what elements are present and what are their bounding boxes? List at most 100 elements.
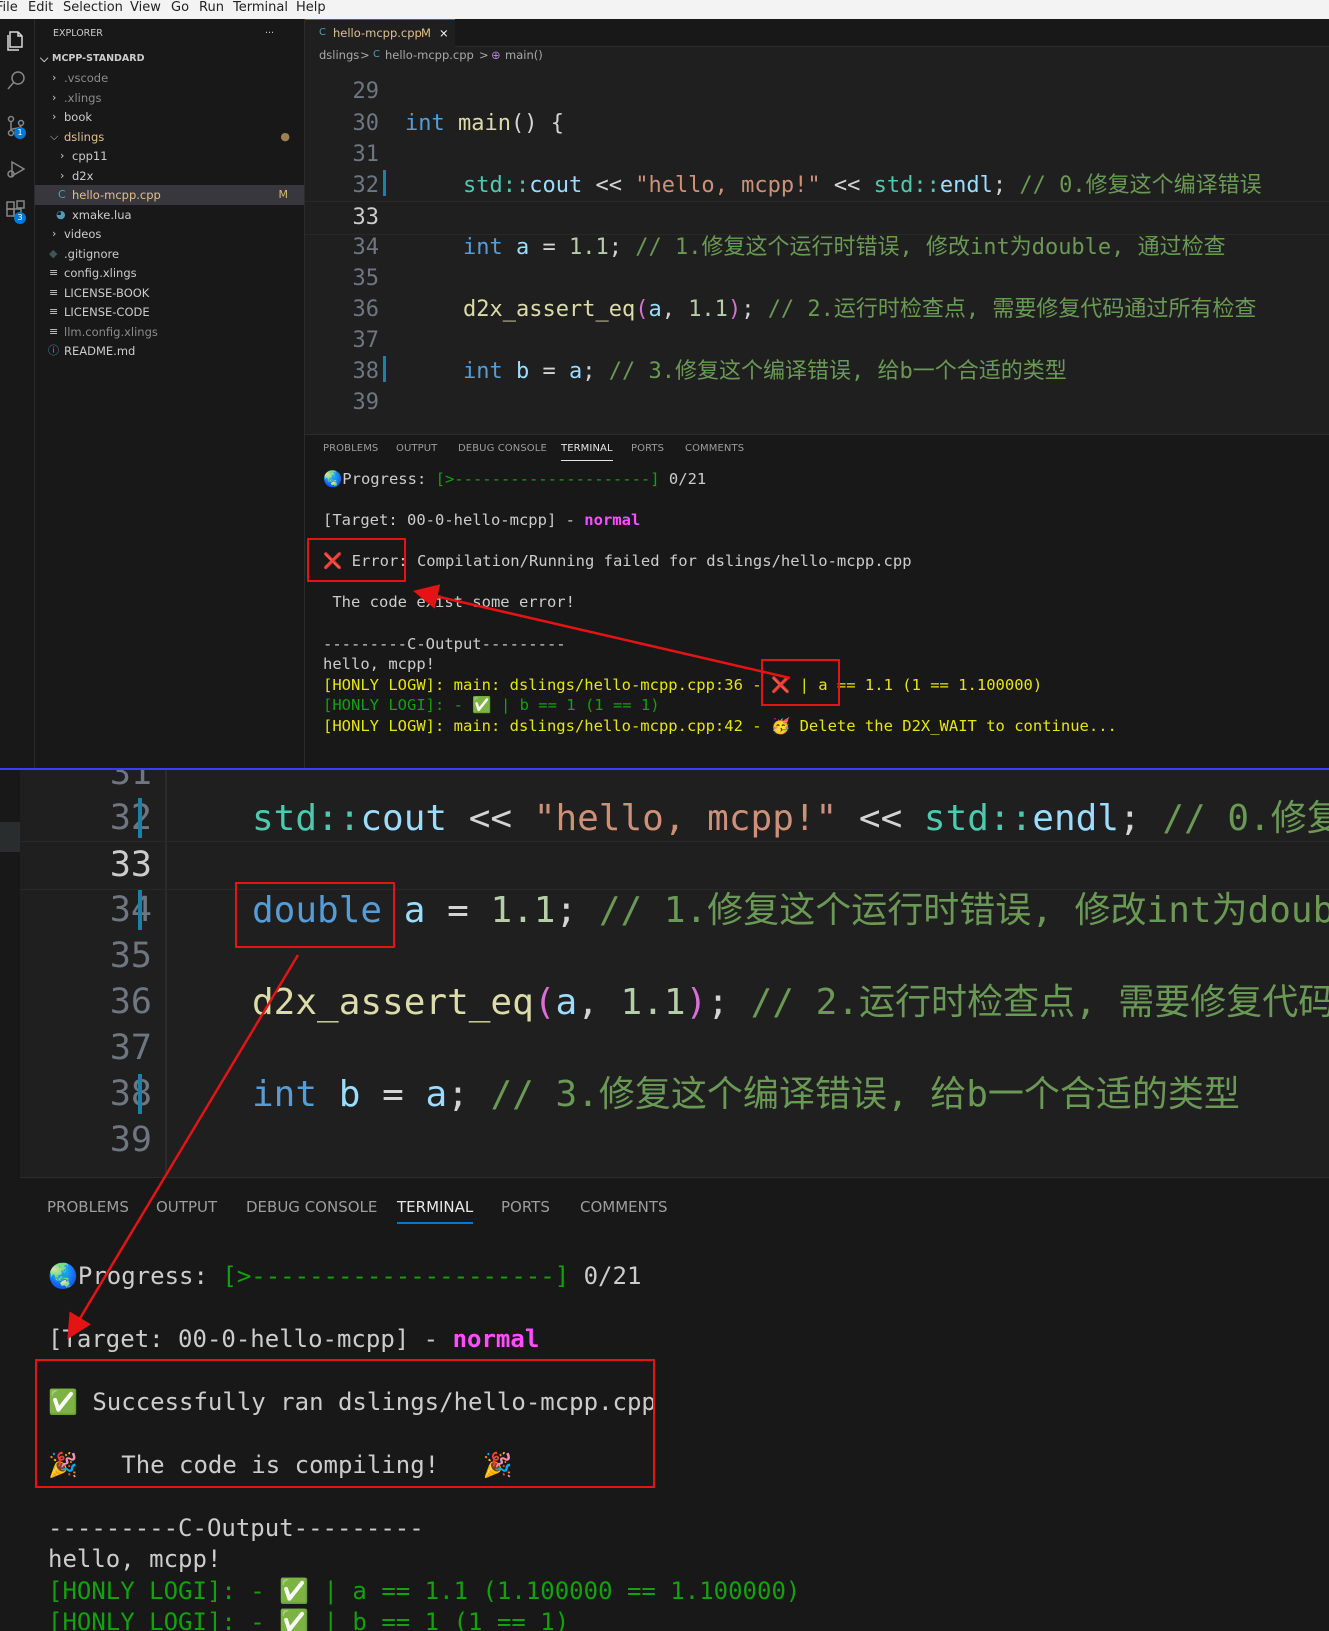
tree-item-vscode[interactable]: › .vscode: [35, 68, 304, 88]
tab-debug-console[interactable]: DEBUG CONSOLE: [458, 443, 547, 454]
menu-edit[interactable]: Edit: [28, 0, 53, 16]
lua-file-icon: ◕: [56, 208, 66, 221]
annotation-double-box: [235, 882, 395, 948]
text-file-icon: ≡: [49, 305, 59, 318]
tab-terminal[interactable]: TERMINAL: [397, 1198, 474, 1224]
cpp-file-icon: C: [319, 27, 326, 38]
tree-item-book[interactable]: › book: [35, 107, 304, 127]
cpp-file-icon: C: [58, 188, 66, 201]
breadcrumb-main[interactable]: main(): [505, 46, 543, 64]
git-file-icon: ◆: [49, 247, 58, 260]
chevron-right-icon: ›: [60, 149, 65, 162]
function-icon: ⊕: [491, 48, 501, 62]
tree-item-xlings[interactable]: › .xlings: [35, 88, 304, 108]
tree-item-readme[interactable]: ⓘ README.md: [35, 341, 304, 361]
code-line-34: 34 double a = 1.1; // 1.修复这个运行时错误, 修改int…: [109, 890, 1329, 931]
tab-bar: C hello-mcpp.cpp M ×: [305, 19, 1329, 47]
code-line-33-current[interactable]: 33: [20, 841, 1329, 890]
tab-comments[interactable]: COMMENTS: [685, 443, 744, 454]
menu-view[interactable]: View: [130, 0, 161, 16]
git-change-marker: [138, 890, 142, 930]
scm-badge: 1: [14, 127, 26, 139]
explorer-title: EXPLORER: [53, 28, 103, 39]
tree-item-dslings[interactable]: ⌵ dslings ●: [35, 127, 304, 147]
text-file-icon: ≡: [49, 325, 59, 338]
menu-terminal[interactable]: Terminal: [233, 0, 288, 16]
files-icon[interactable]: [4, 29, 28, 53]
annotation-assert-box: [761, 659, 840, 706]
bottom-screenshot: 31 32 std::cout << "hello, mcpp!" << std…: [0, 770, 1329, 1631]
check-icon: ✅: [279, 1577, 310, 1605]
tab-comments[interactable]: COMMENTS: [580, 1198, 668, 1216]
tree-item-xmake[interactable]: ◕ xmake.lua: [35, 205, 304, 225]
tree-item-gitignore[interactable]: ◆ .gitignore: [35, 244, 304, 264]
git-change-marker: [138, 798, 142, 838]
code-line-36: 36 d2x_assert_eq(a, 1.1); // 2.运行时检查点, 需…: [109, 982, 1329, 1023]
top-screenshot: File Edit Selection View Go Run Terminal…: [0, 0, 1329, 769]
explorer-root[interactable]: ⌵ MCPP-STANDARD: [35, 49, 304, 69]
tab-ports[interactable]: PORTS: [501, 1198, 550, 1216]
code-line-29: 29: [352, 79, 380, 104]
code-line-39: 39: [109, 1120, 152, 1160]
menu-file[interactable]: File: [0, 0, 18, 16]
git-change-marker: [138, 1074, 142, 1114]
menu-selection[interactable]: Selection: [63, 0, 123, 16]
breadcrumb-file[interactable]: hello-mcpp.cpp: [385, 46, 474, 64]
text-file-icon: ≡: [49, 266, 59, 279]
code-line-38: 38 int b = a; // 3.修复这个编译错误, 给b一个合适的类型: [109, 1074, 1240, 1115]
info-icon: ⓘ: [48, 344, 59, 357]
modified-dot-icon: ●: [280, 130, 290, 143]
tab-problems[interactable]: PROBLEMS: [323, 443, 378, 454]
sidebar-selection: [0, 822, 20, 852]
code-line-39: 39: [352, 390, 380, 415]
code-line-36: 36 d2x_assert_eq(a, 1.1); // 2.运行时检查点, 需…: [352, 297, 1257, 322]
annotation-error-box: [307, 538, 406, 582]
close-icon[interactable]: ×: [439, 20, 449, 46]
extensions-badge: 3: [14, 212, 26, 224]
menu-go[interactable]: Go: [171, 0, 189, 16]
chevron-right-icon: ›: [52, 71, 57, 84]
code-line-32: 32 std::cout << "hello, mcpp!" << std::e…: [305, 170, 1329, 202]
tab-problems[interactable]: PROBLEMS: [47, 1198, 129, 1216]
panel-top: PROBLEMS OUTPUT DEBUG CONSOLE TERMINAL P…: [305, 434, 1329, 769]
chevron-down-icon: ⌵: [50, 130, 59, 143]
tab-output[interactable]: OUTPUT: [396, 443, 437, 454]
tab-debug-console[interactable]: DEBUG CONSOLE: [246, 1198, 377, 1216]
tree-item-d2x[interactable]: › d2x: [35, 166, 304, 186]
check-icon: ✅: [279, 1608, 310, 1631]
chevron-right-icon: ›: [52, 91, 57, 104]
code-line-37: 37: [109, 1028, 152, 1068]
chevron-right-icon: ›: [52, 227, 57, 240]
git-change-marker: [383, 356, 386, 382]
sidebar-edge: [0, 770, 20, 1631]
code-line-38: 38 int b = a; // 3.修复这个编译错误, 给b一个合适的类型: [305, 356, 1329, 388]
tree-item-cpp11[interactable]: › cpp11: [35, 146, 304, 166]
menu-run[interactable]: Run: [199, 0, 224, 16]
code-line-33-current[interactable]: 33: [305, 201, 1329, 235]
run-debug-icon[interactable]: [4, 157, 28, 181]
modified-flag: M: [278, 188, 289, 201]
party-face-icon: 🥳: [770, 717, 791, 735]
tab-terminal[interactable]: TERMINAL: [561, 443, 613, 461]
tree-item-config-xlings[interactable]: ≡ config.xlings: [35, 263, 304, 283]
tab-ports[interactable]: PORTS: [631, 443, 664, 454]
menu-help[interactable]: Help: [296, 0, 326, 16]
chevron-right-icon: ›: [52, 110, 57, 123]
code-line-34: 34 int a = 1.1; // 1.修复这个运行时错误, 修改int为do…: [352, 235, 1226, 260]
menu-bar: File Edit Selection View Go Run Terminal…: [0, 0, 1329, 20]
editor-top: C hello-mcpp.cpp M × dslings > C hello-m…: [305, 19, 1329, 434]
tab-output[interactable]: OUTPUT: [156, 1198, 217, 1216]
tree-item-videos[interactable]: › videos: [35, 224, 304, 244]
code-line-32: 32 std::cout << "hello, mcpp!" << std::e…: [109, 798, 1329, 839]
chevron-right-icon: ›: [60, 169, 65, 182]
tree-item-license-code[interactable]: ≡ LICENSE-CODE: [35, 302, 304, 322]
tree-item-llm-config[interactable]: ≡ llm.config.xlings: [35, 322, 304, 342]
explorer-more-button[interactable]: ···: [265, 24, 274, 44]
search-icon[interactable]: [4, 69, 28, 93]
activity-bar: 1 3: [0, 19, 35, 769]
tree-item-license-book[interactable]: ≡ LICENSE-BOOK: [35, 283, 304, 303]
git-change-marker: [383, 170, 386, 196]
tab-hello-mcpp[interactable]: C hello-mcpp.cpp M ×: [305, 19, 455, 47]
breadcrumb-dslings[interactable]: dslings: [319, 46, 359, 64]
tree-item-hello-mcpp[interactable]: C hello-mcpp.cpp M: [35, 185, 304, 205]
